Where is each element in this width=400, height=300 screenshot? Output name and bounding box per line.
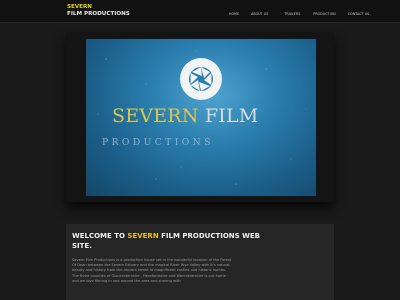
welcome-heading-part1: WELCOME TO: [72, 232, 128, 240]
site-logo[interactable]: SEVERN FILM PRODUCTIONS: [67, 4, 130, 17]
logo-line-film-productions: FILM PRODUCTIONS: [67, 10, 130, 17]
nav-about-us[interactable]: ABOUT US: [251, 11, 268, 17]
main-nav: HOME ABOUT US TRAILERS PRODUCTION CONTAC…: [226, 11, 369, 17]
camera-aperture-icon: [180, 58, 222, 100]
hero-banner-image: SEVERN FILM PRODUCTIONS: [86, 39, 316, 196]
nav-production[interactable]: PRODUCTION: [313, 11, 335, 17]
welcome-heading-accent: SEVERN: [127, 232, 159, 240]
nav-home[interactable]: HOME: [229, 11, 239, 17]
hero-brand-word-severn: SEVERN: [112, 105, 199, 127]
nav-trailers[interactable]: TRAILERS: [284, 11, 300, 17]
nav-contact-us[interactable]: CONTACT US: [348, 11, 369, 17]
hero-brand-subtitle: PRODUCTIONS: [102, 137, 214, 148]
welcome-heading: WELCOME TO SEVERN FILM PRODUCTIONS WEB S…: [72, 231, 272, 251]
top-navigation-bar: SEVERN FILM PRODUCTIONS HOME ABOUT US TR…: [0, 0, 400, 23]
hero-brand-word-film: FILM: [204, 105, 259, 127]
hero-brand-title: SEVERN FILM: [112, 105, 312, 127]
welcome-body-text: Severn Film Productions is a production …: [72, 258, 232, 283]
